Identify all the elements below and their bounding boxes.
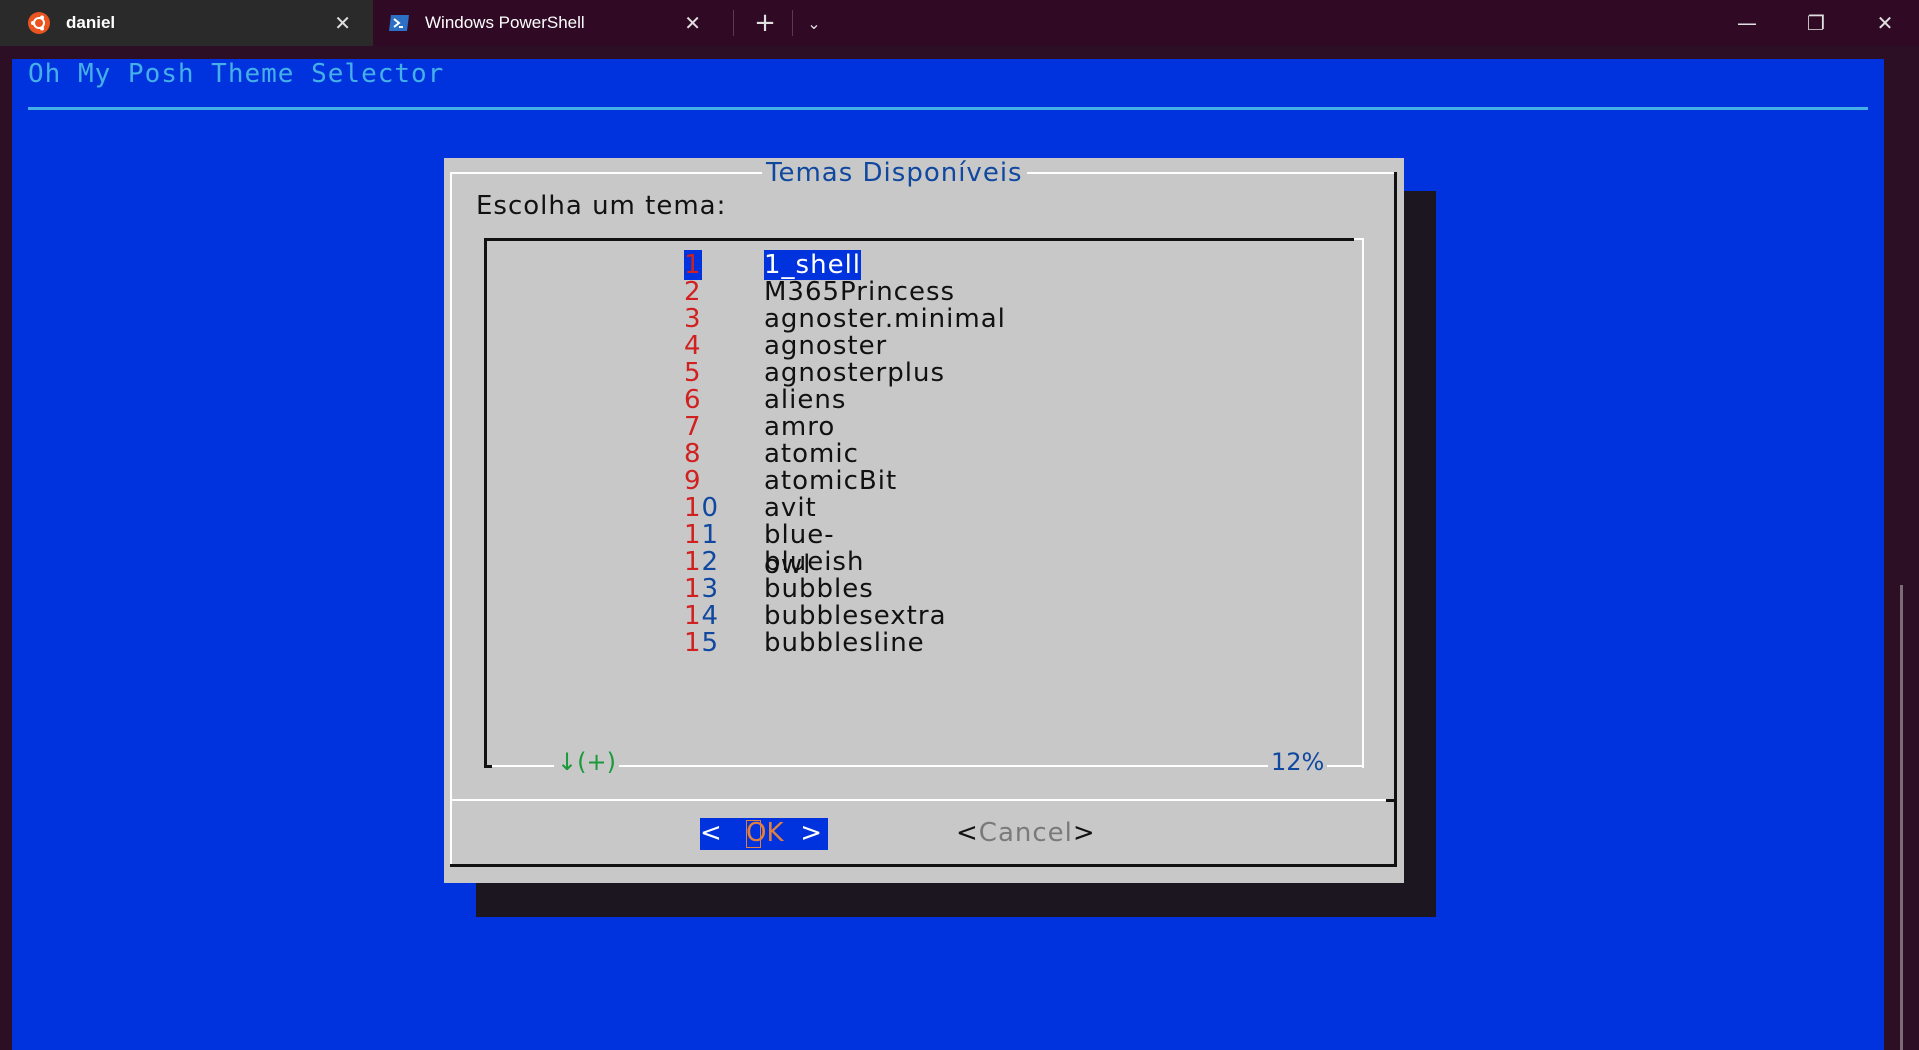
backtitle-divider <box>28 107 1868 110</box>
new-tab-button[interactable]: + <box>740 0 790 46</box>
button-bracket-right: > <box>800 818 822 848</box>
cancel-button-label: Cancel <box>978 818 1073 848</box>
list-frame <box>484 238 487 768</box>
ok-button-label: OK <box>746 818 784 848</box>
terminal-scrollbar[interactable] <box>1900 585 1903 1050</box>
item-name: atomic <box>764 439 859 469</box>
scroll-percent: 12% <box>1268 748 1328 776</box>
item-name: agnosterplus <box>764 358 945 388</box>
item-name: blueish <box>764 547 865 577</box>
button-separator <box>452 799 1394 801</box>
item-number: 3 <box>684 304 702 334</box>
item-number: 10 <box>684 493 720 523</box>
backtitle: Oh My Posh Theme Selector <box>28 59 445 89</box>
dialog-frame <box>1394 172 1397 866</box>
list-frame <box>484 765 492 768</box>
dialog-frame <box>450 864 1397 867</box>
dialog-prompt: Escolha um tema: <box>476 191 727 221</box>
ok-button[interactable]: < OK > <box>700 818 828 850</box>
menu-dialog: Temas Disponíveis Escolha um tema: 1 1_sh… <box>444 158 1404 883</box>
list-frame <box>492 765 1364 767</box>
close-icon[interactable]: ✕ <box>334 11 351 36</box>
maximize-button[interactable]: ❐ <box>1783 0 1849 46</box>
window-close-button[interactable]: ✕ <box>1852 0 1918 46</box>
item-name: M365Princess <box>764 277 956 307</box>
item-number: 13 <box>684 574 720 604</box>
item-name: avit <box>764 493 817 523</box>
tab-separator <box>733 10 734 36</box>
tab-daniel[interactable]: daniel ✕ <box>0 0 373 46</box>
item-number: 14 <box>684 601 720 631</box>
item-number: 12 <box>684 547 720 577</box>
cancel-button[interactable]: <Cancel> <box>956 818 1096 848</box>
tab-separator <box>792 10 793 36</box>
item-number: 4 <box>684 331 702 361</box>
item-name: bubblesextra <box>764 601 947 631</box>
item-number: 15 <box>684 628 720 658</box>
dialog-frame <box>450 172 452 866</box>
tab-title: Windows PowerShell <box>425 13 585 32</box>
minimize-button[interactable]: — <box>1714 0 1780 46</box>
item-name: bubblesline <box>764 628 925 658</box>
item-name: 1_shell <box>764 250 862 280</box>
item-number: 11 <box>684 520 720 550</box>
list-frame <box>484 238 1354 241</box>
tab-windows-powershell[interactable]: Windows PowerShell ✕ <box>373 0 723 46</box>
dialog-title: Temas Disponíveis <box>762 158 1027 188</box>
item-name: agnoster.minimal <box>764 304 1006 334</box>
powershell-icon <box>389 15 409 31</box>
item-number: 1 <box>684 250 702 280</box>
button-bracket-left: < <box>700 818 722 848</box>
list-frame <box>1362 238 1364 768</box>
item-number: 8 <box>684 439 702 469</box>
item-number: 6 <box>684 385 702 415</box>
item-name: amro <box>764 412 836 442</box>
item-name: bubbles <box>764 574 874 604</box>
tab-title: daniel <box>66 13 116 32</box>
button-bracket-right: > <box>1072 818 1096 848</box>
button-bracket-left: < <box>956 818 979 848</box>
item-number: 2 <box>684 277 702 307</box>
item-name: agnoster <box>764 331 888 361</box>
item-number: 7 <box>684 412 702 442</box>
theme-list[interactable]: 1 1_shell 2 M365Princess 3 agnoster.minimal 4 a… <box>484 238 1364 776</box>
button-separator <box>1386 799 1394 802</box>
scroll-down-indicator: ↓(+) <box>554 748 619 776</box>
chevron-down-icon[interactable]: ⌄ <box>794 0 834 46</box>
item-number: 5 <box>684 358 702 388</box>
window-titlebar: daniel ✕ Windows PowerShell ✕ + ⌄ — ❐ ✕ <box>0 0 1919 46</box>
close-icon[interactable]: ✕ <box>684 11 701 36</box>
item-name: atomicBit <box>764 466 898 496</box>
ubuntu-icon <box>28 12 50 34</box>
item-name: aliens <box>764 385 847 415</box>
item-number: 9 <box>684 466 702 496</box>
